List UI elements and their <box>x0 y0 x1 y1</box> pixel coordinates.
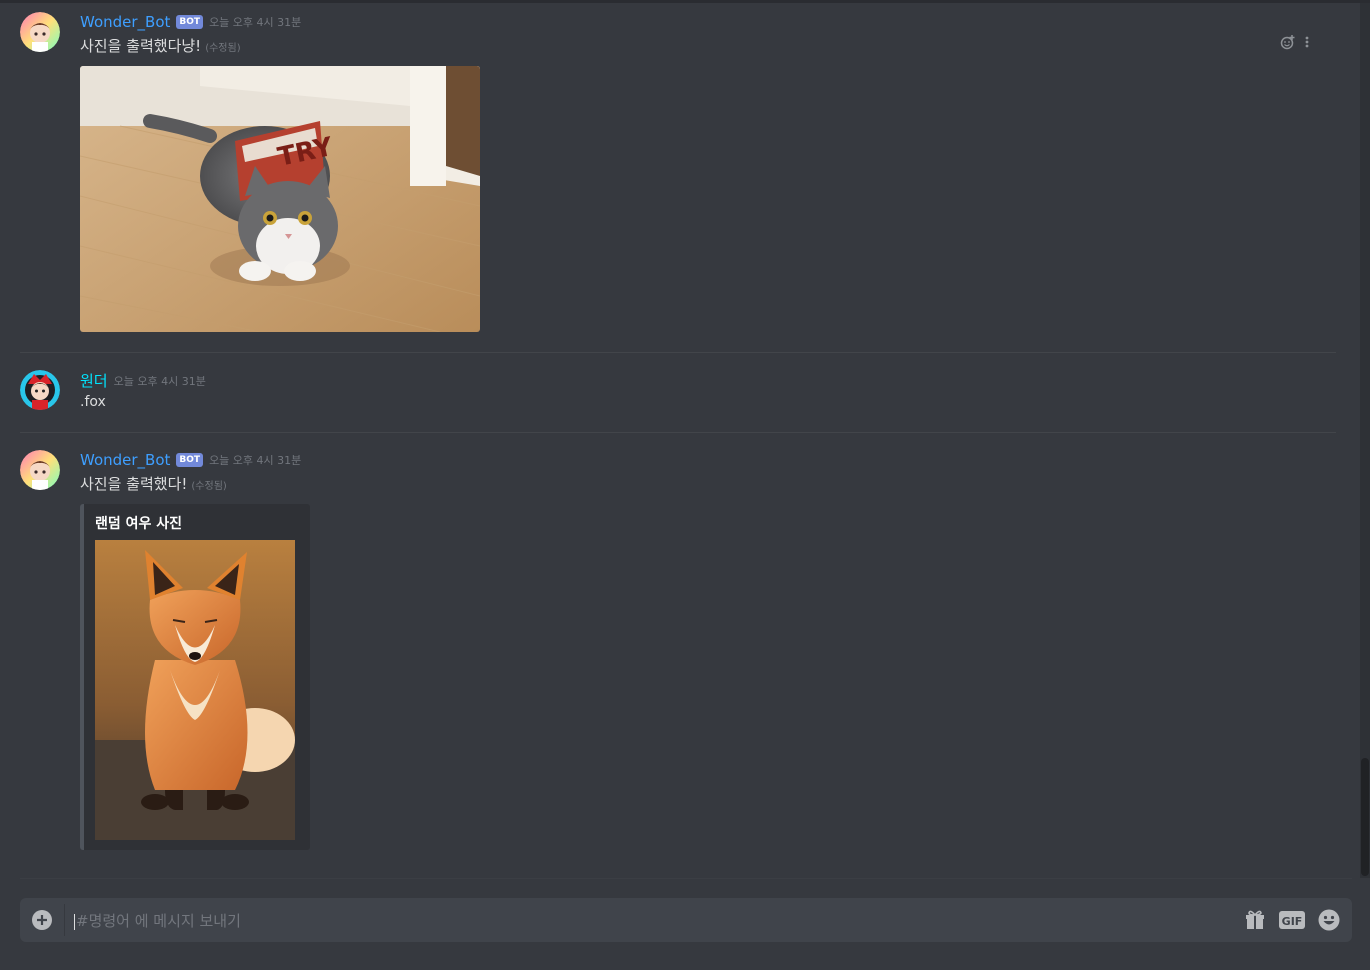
fox-photo[interactable] <box>95 540 295 840</box>
avatar[interactable] <box>20 370 60 410</box>
input-placeholder: #명령어 에 메시지 보내기 <box>76 912 241 930</box>
message-text: 사진을 출력했다냥! <box>80 37 202 55</box>
avatar[interactable] <box>20 450 60 490</box>
username[interactable]: 원더 <box>80 370 108 391</box>
emoji-icon[interactable] <box>1318 909 1340 931</box>
message-header: Wonder_Bot BOT 오늘 오후 4시 31분 <box>80 451 301 469</box>
timestamp: 오늘 오후 4시 31분 <box>209 454 302 467</box>
message-2: 원더 오늘 오후 4시 31분 .fox <box>0 353 1340 433</box>
embed-title: 랜덤 여우 사진 <box>95 516 183 532</box>
add-reaction-icon[interactable] <box>1280 34 1296 50</box>
username[interactable]: Wonder_Bot <box>80 451 170 469</box>
edited-label: (수정됨) <box>191 481 227 492</box>
message-text: .fox <box>80 394 106 410</box>
message-text: 사진을 출력했다! <box>80 475 188 493</box>
scrollbar-thumb[interactable] <box>1361 758 1369 876</box>
message-input-bar: #명령어 에 메시지 보내기 GIF <box>20 898 1352 942</box>
message-content: 사진을 출력했다! (수정됨) <box>80 473 227 494</box>
timestamp: 오늘 오후 4시 31분 <box>113 374 206 388</box>
edited-label: (수정됨) <box>205 43 241 54</box>
input-divider <box>20 878 1352 879</box>
message-header: 원더 오늘 오후 4시 31분 <box>80 370 206 391</box>
message-content: 사진을 출력했다냥! (수정됨) <box>80 35 241 56</box>
gift-icon[interactable] <box>1244 909 1266 931</box>
bot-tag: BOT <box>176 15 204 29</box>
gif-icon[interactable]: GIF <box>1279 910 1305 930</box>
message-content: .fox <box>80 394 106 410</box>
message-actions <box>1280 34 1310 50</box>
bot-tag: BOT <box>176 453 204 467</box>
message-header: Wonder_Bot BOT 오늘 오후 4시 31분 <box>80 13 301 31</box>
scrollbar-track[interactable] <box>1360 3 1370 878</box>
svg-text:GIF: GIF <box>1282 915 1303 928</box>
plus-circle-icon[interactable] <box>32 910 52 930</box>
input-separator <box>64 904 65 936</box>
message-input[interactable]: #명령어 에 메시지 보내기 <box>74 910 241 931</box>
cat-photo-attachment[interactable]: TRY <box>80 66 480 332</box>
more-icon[interactable] <box>1304 34 1310 50</box>
text-caret <box>74 913 75 930</box>
avatar[interactable] <box>20 12 60 52</box>
timestamp: 오늘 오후 4시 31분 <box>209 16 302 29</box>
embed: 랜덤 여우 사진 <box>80 504 310 850</box>
message-1: Wonder_Bot BOT 오늘 오후 4시 31분 사진을 출력했다냥! (수… <box>0 0 1340 350</box>
username[interactable]: Wonder_Bot <box>80 13 170 31</box>
